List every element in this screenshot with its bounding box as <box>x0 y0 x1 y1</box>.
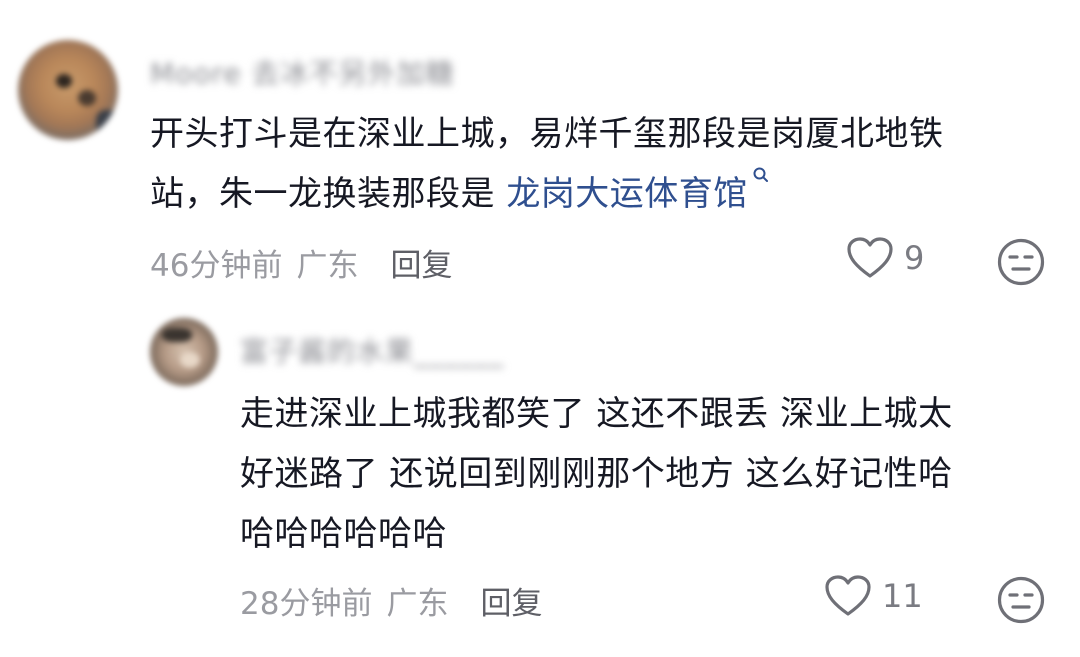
heart-outline-icon <box>825 575 871 616</box>
comment-line: 开头打斗是在深业上城，易烊千玺那段是岗厦北地铁 <box>150 114 944 154</box>
avatar[interactable] <box>18 40 118 140</box>
reply-button[interactable]: 回复 <box>480 586 542 622</box>
avatar[interactable] <box>150 318 218 386</box>
like-count: 9 <box>904 239 925 277</box>
comment-line-with-link: 站，朱一龙换装那段是 龙岗大运体育馆 <box>150 164 1060 224</box>
reply-button[interactable]: 回复 <box>390 248 452 284</box>
location: 广东 <box>386 586 449 622</box>
meh-face-icon[interactable] <box>996 575 1046 625</box>
comment-meta: 28分钟前 广东 回复 <box>240 578 542 623</box>
like-count: 11 <box>882 577 923 615</box>
comment-line: 哈哈哈哈哈哈 <box>240 514 447 554</box>
comment-line: 好迷路了 还说回到刚刚那个地方 这么好记性哈 <box>240 454 953 494</box>
username[interactable]: 富子酱的水果______ <box>240 330 504 370</box>
comment-meta: 46分钟前 广东 回复 <box>150 240 452 285</box>
meh-face-icon[interactable] <box>996 237 1046 287</box>
comment-text: 开头打斗是在深业上城，易烊千玺那段是岗厦北地铁 站，朱一龙换装那段是 龙岗大运体… <box>150 104 1060 224</box>
timestamp: 28分钟前 <box>240 586 373 622</box>
search-mini-icon[interactable] <box>752 166 770 184</box>
username[interactable]: Moore 去冰不另外加糖 <box>150 52 454 92</box>
heart-outline-icon <box>847 237 893 278</box>
search-link[interactable]: 龙岗大运体育馆 <box>506 174 748 214</box>
timestamp: 46分钟前 <box>150 248 283 284</box>
like-button[interactable]: 11 <box>824 574 923 618</box>
comment-line-text: 站，朱一龙换装那段是 <box>150 174 507 214</box>
location: 广东 <box>296 248 359 284</box>
like-button[interactable]: 9 <box>846 236 924 280</box>
comment-text: 走进深业上城我都笑了 这还不跟丢 深业上城太 好迷路了 还说回到刚刚那个地方 这… <box>240 384 1050 564</box>
comment-line: 走进深业上城我都笑了 这还不跟丢 深业上城太 <box>240 394 953 434</box>
